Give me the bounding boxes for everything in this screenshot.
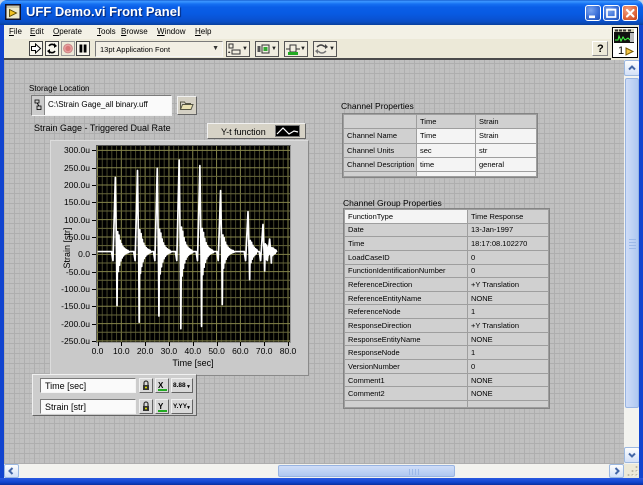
svg-text:1: 1 (618, 45, 624, 56)
